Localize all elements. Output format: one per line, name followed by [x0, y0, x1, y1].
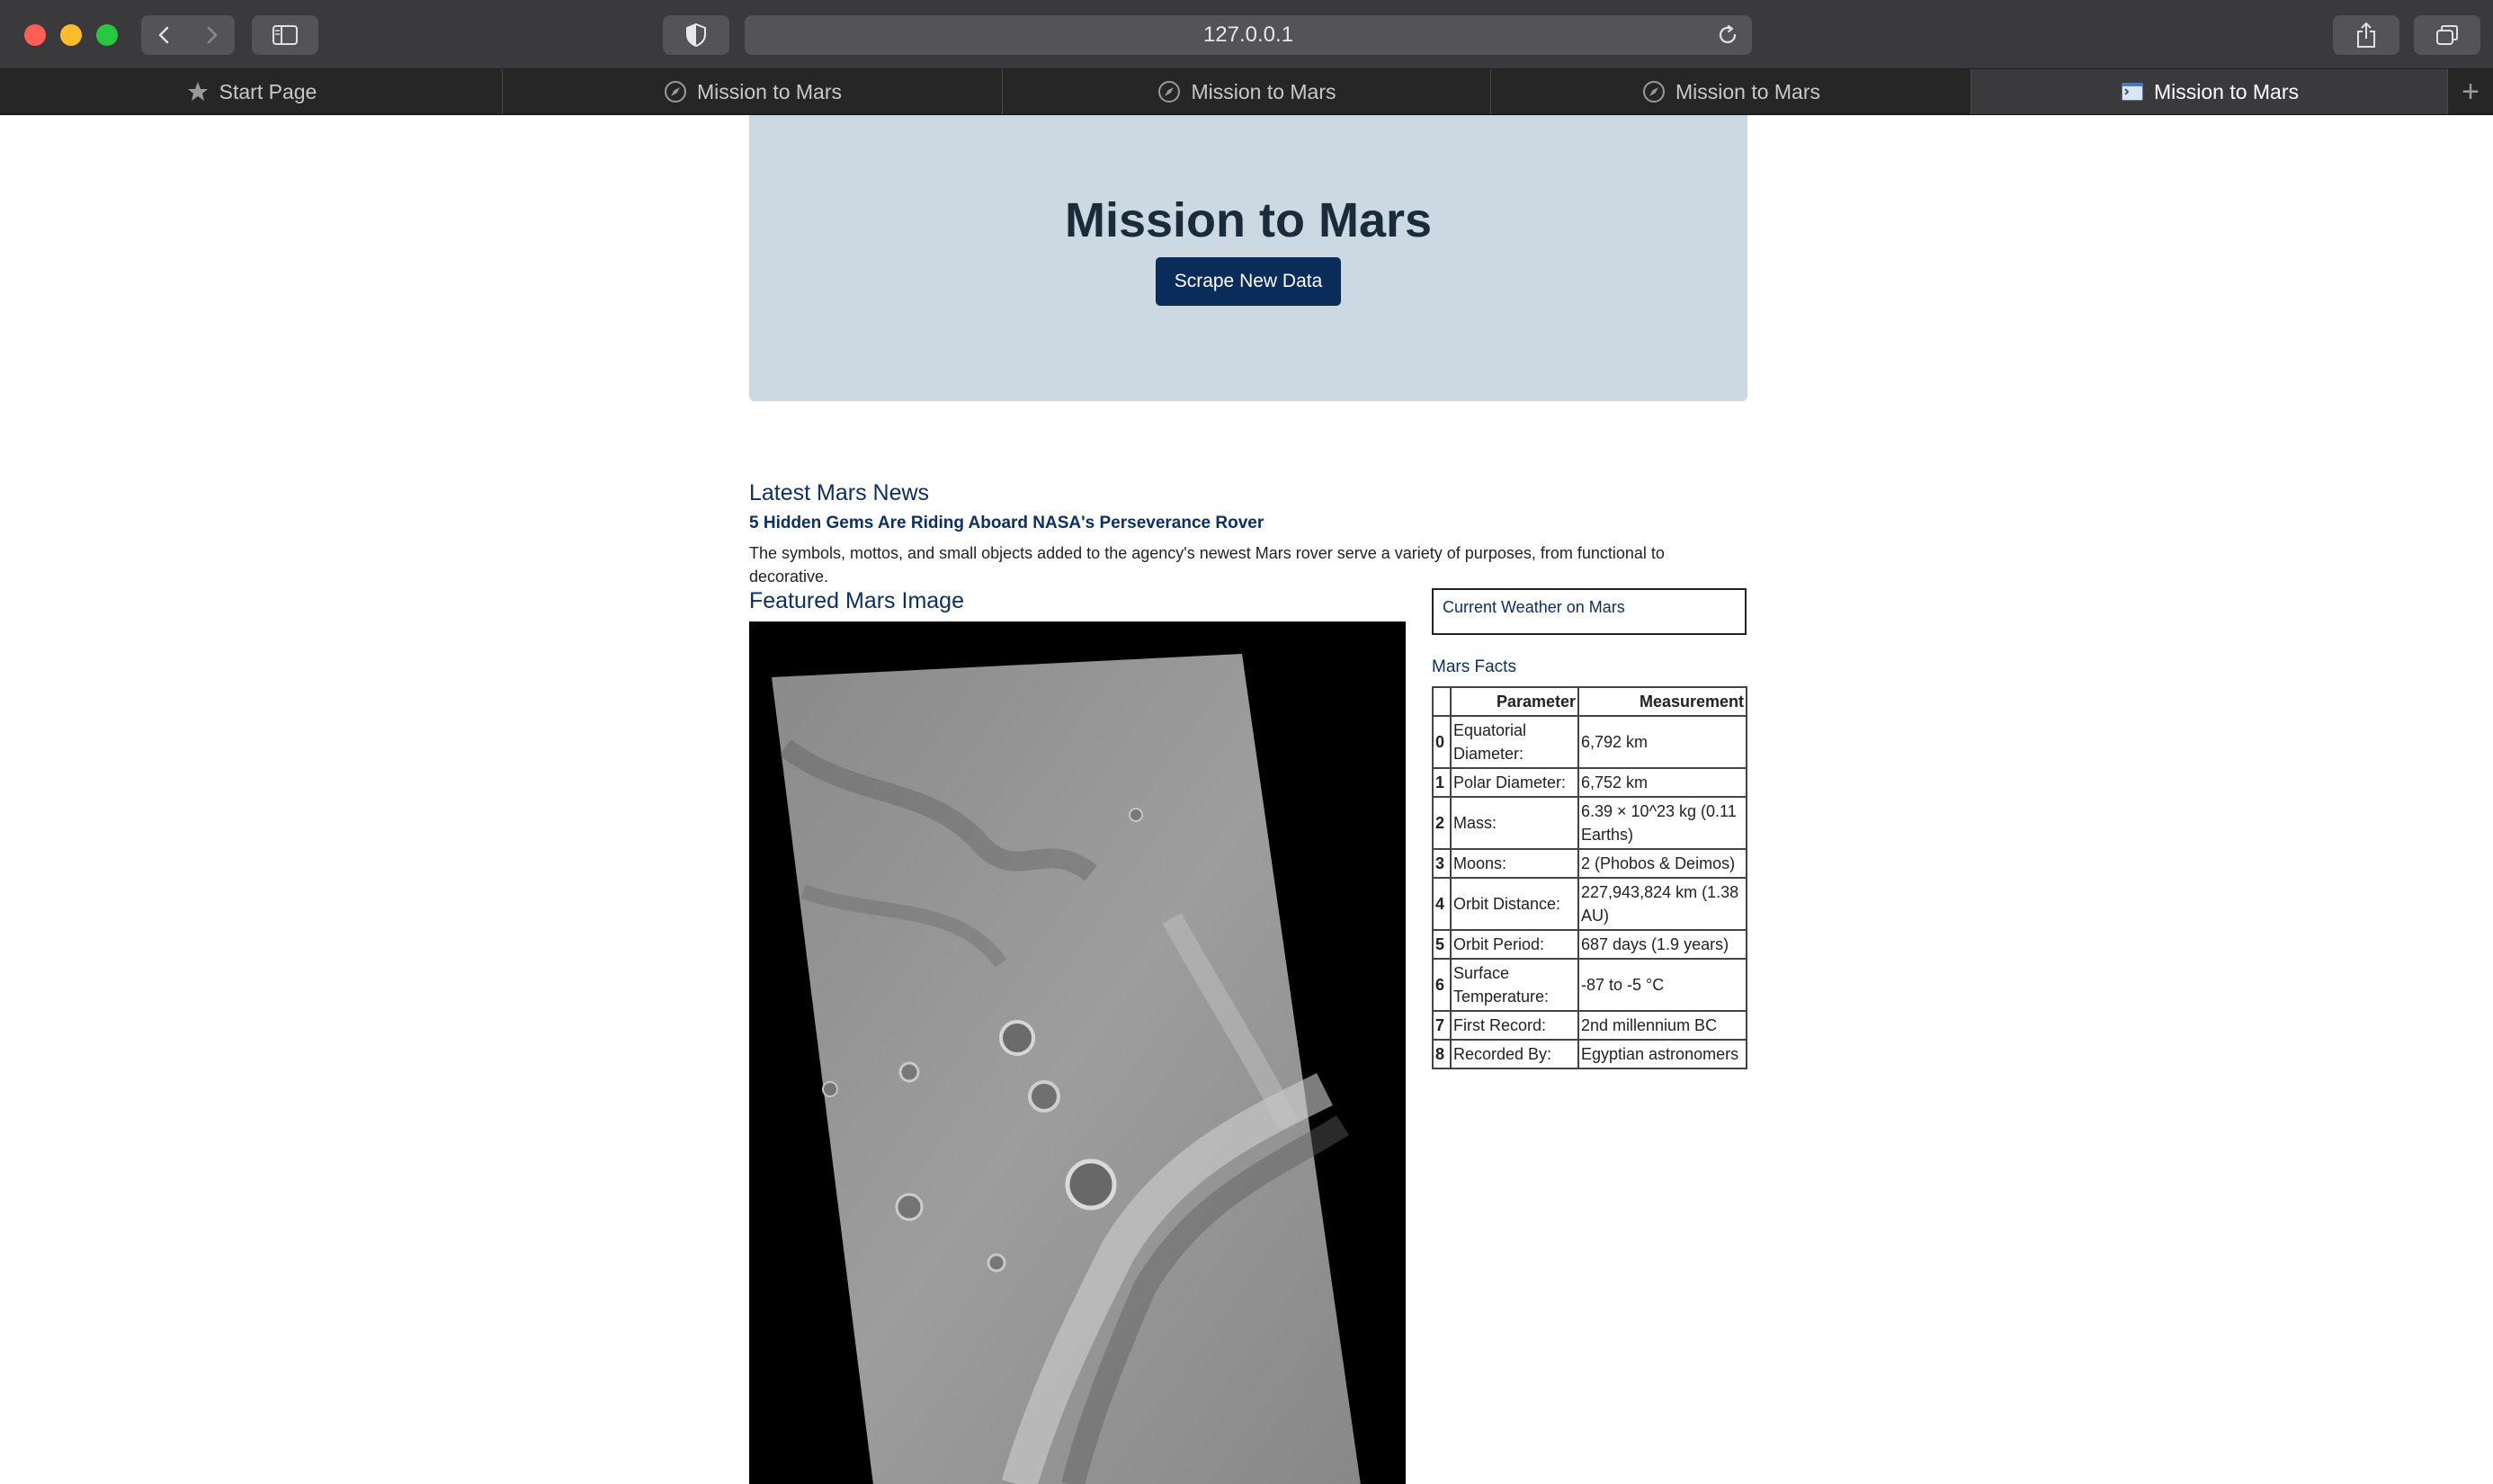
row-measurement: 227,943,824 km (1.38 AU): [1577, 877, 1747, 931]
new-tab-button[interactable]: +: [2448, 69, 2493, 114]
reload-icon[interactable]: [1716, 23, 1739, 47]
table-row: 5 Orbit Period: 687 days (1.9 years): [1432, 929, 1747, 960]
address-bar[interactable]: 127.0.0.1: [745, 15, 1752, 55]
tab-label: Start Page: [219, 79, 317, 103]
row-parameter: Equatorial Diameter:: [1450, 715, 1579, 769]
compass-icon: [664, 81, 686, 103]
table-row: 4 Orbit Distance: 227,943,824 km (1.38 A…: [1432, 877, 1747, 931]
back-button[interactable]: [141, 15, 188, 55]
row-measurement: 6.39 × 10^23 kg (0.11 Earths): [1577, 796, 1747, 850]
row-parameter: Mass:: [1450, 796, 1579, 850]
row-index: 6: [1432, 958, 1452, 1012]
tab-label: Mission to Mars: [2153, 79, 2300, 103]
tab-mission-to-mars-2[interactable]: Mission to Mars: [1003, 69, 1491, 114]
sidebar-icon: [273, 25, 298, 45]
share-button[interactable]: [2333, 15, 2399, 55]
browser-window: 127.0.0.1 Start Page Mission to Mars Mis…: [0, 0, 2493, 1484]
row-index: 3: [1432, 848, 1452, 879]
chevron-right-icon: [207, 26, 218, 44]
weather-heading: Current Weather on Mars: [1443, 598, 1625, 616]
tab-label: Mission to Mars: [696, 79, 843, 103]
compass-icon: [1642, 81, 1665, 103]
table-row: 6 Surface Temperature: -87 to -5 °C: [1432, 958, 1747, 1012]
page-content: Mission to Mars Scrape New Data Latest M…: [0, 115, 2493, 1484]
row-index: 7: [1432, 1010, 1452, 1041]
navigation-buttons: [141, 15, 235, 55]
row-parameter: Orbit Period:: [1450, 929, 1579, 960]
browser-toolbar: 127.0.0.1: [0, 0, 2493, 69]
column-header: Parameter: [1450, 686, 1579, 717]
page-title: Mission to Mars: [1064, 193, 1433, 247]
url-text: 127.0.0.1: [1202, 22, 1294, 47]
row-parameter: Polar Diameter:: [1450, 767, 1579, 798]
chevron-left-icon: [158, 26, 169, 44]
tab-mission-to-mars-active[interactable]: Mission to Mars: [1971, 69, 2448, 114]
row-measurement: Egyptian astronomers: [1577, 1039, 1747, 1069]
table-row: 1 Polar Diameter: 6,752 km: [1432, 767, 1747, 798]
row-parameter: Orbit Distance:: [1450, 877, 1579, 931]
weather-box: Current Weather on Mars: [1432, 588, 1747, 635]
row-parameter: First Record:: [1450, 1010, 1579, 1041]
tab-label: Mission to Mars: [1675, 79, 1821, 103]
share-icon: [2357, 22, 2375, 48]
row-index: 2: [1432, 796, 1452, 850]
row-parameter: Surface Temperature:: [1450, 958, 1579, 1012]
table-row: 0 Equatorial Diameter: 6,792 km: [1432, 715, 1747, 769]
minimize-window-button[interactable]: [60, 24, 82, 46]
column-header: Measurement: [1577, 686, 1747, 717]
row-index: 1: [1432, 767, 1452, 798]
news-heading: Latest Mars News: [749, 480, 930, 505]
index-header: [1432, 686, 1452, 717]
tab-overview-button[interactable]: [2414, 15, 2480, 55]
tab-bar: Start Page Mission to Mars Mission to Ma…: [0, 69, 2493, 115]
row-parameter: Recorded By:: [1450, 1039, 1579, 1069]
row-measurement: 2nd millennium BC: [1577, 1010, 1747, 1041]
table-header-row: Parameter Measurement: [1432, 686, 1747, 717]
zoom-window-button[interactable]: [96, 24, 118, 46]
facts-heading: Mars Facts: [1432, 657, 1516, 676]
tab-mission-to-mars-3[interactable]: Mission to Mars: [1491, 69, 1971, 114]
row-measurement: 2 (Phobos & Deimos): [1577, 848, 1747, 879]
featured-mars-image: [749, 621, 1406, 1484]
table-row: 7 First Record: 2nd millennium BC: [1432, 1010, 1747, 1041]
mars-facts-table: Parameter Measurement 0 Equatorial Diame…: [1432, 686, 1747, 1069]
scrape-new-data-button[interactable]: Scrape New Data: [1156, 257, 1341, 306]
close-window-button[interactable]: [24, 24, 46, 46]
star-icon: [187, 82, 208, 101]
featured-image-heading: Featured Mars Image: [749, 588, 964, 613]
tab-label: Mission to Mars: [1191, 79, 1336, 103]
sidebar-toggle-button[interactable]: [252, 15, 318, 55]
table-row: 2 Mass: 6.39 × 10^23 kg (0.11 Earths): [1432, 796, 1747, 850]
privacy-report-button[interactable]: [663, 15, 729, 55]
compass-icon: [1158, 81, 1181, 103]
news-paragraph: The symbols, mottos, and small objects a…: [749, 544, 1665, 586]
row-measurement: 687 days (1.9 years): [1577, 929, 1747, 960]
news-title: 5 Hidden Gems Are Riding Aboard NASA's P…: [749, 514, 1264, 532]
row-measurement: -87 to -5 °C: [1577, 958, 1747, 1012]
plus-icon: +: [2462, 74, 2480, 109]
row-parameter: Moons:: [1450, 848, 1579, 879]
row-index: 8: [1432, 1039, 1452, 1069]
row-measurement: 6,792 km: [1577, 715, 1747, 769]
row-index: 0: [1432, 715, 1452, 769]
row-index: 4: [1432, 877, 1452, 931]
table-row: 3 Moons: 2 (Phobos & Deimos): [1432, 848, 1747, 879]
jumbotron: Mission to Mars Scrape New Data: [749, 115, 1747, 401]
table-row: 8 Recorded By: Egyptian astronomers: [1432, 1039, 1747, 1069]
tab-start-page[interactable]: Start Page: [0, 69, 503, 114]
row-index: 5: [1432, 929, 1452, 960]
forward-button[interactable]: [188, 15, 235, 55]
terminal-icon: [2121, 83, 2143, 101]
tab-overview-icon: [2436, 25, 2458, 45]
shield-icon: [686, 22, 706, 48]
tab-mission-to-mars-1[interactable]: Mission to Mars: [503, 69, 1003, 114]
row-measurement: 6,752 km: [1577, 767, 1747, 798]
